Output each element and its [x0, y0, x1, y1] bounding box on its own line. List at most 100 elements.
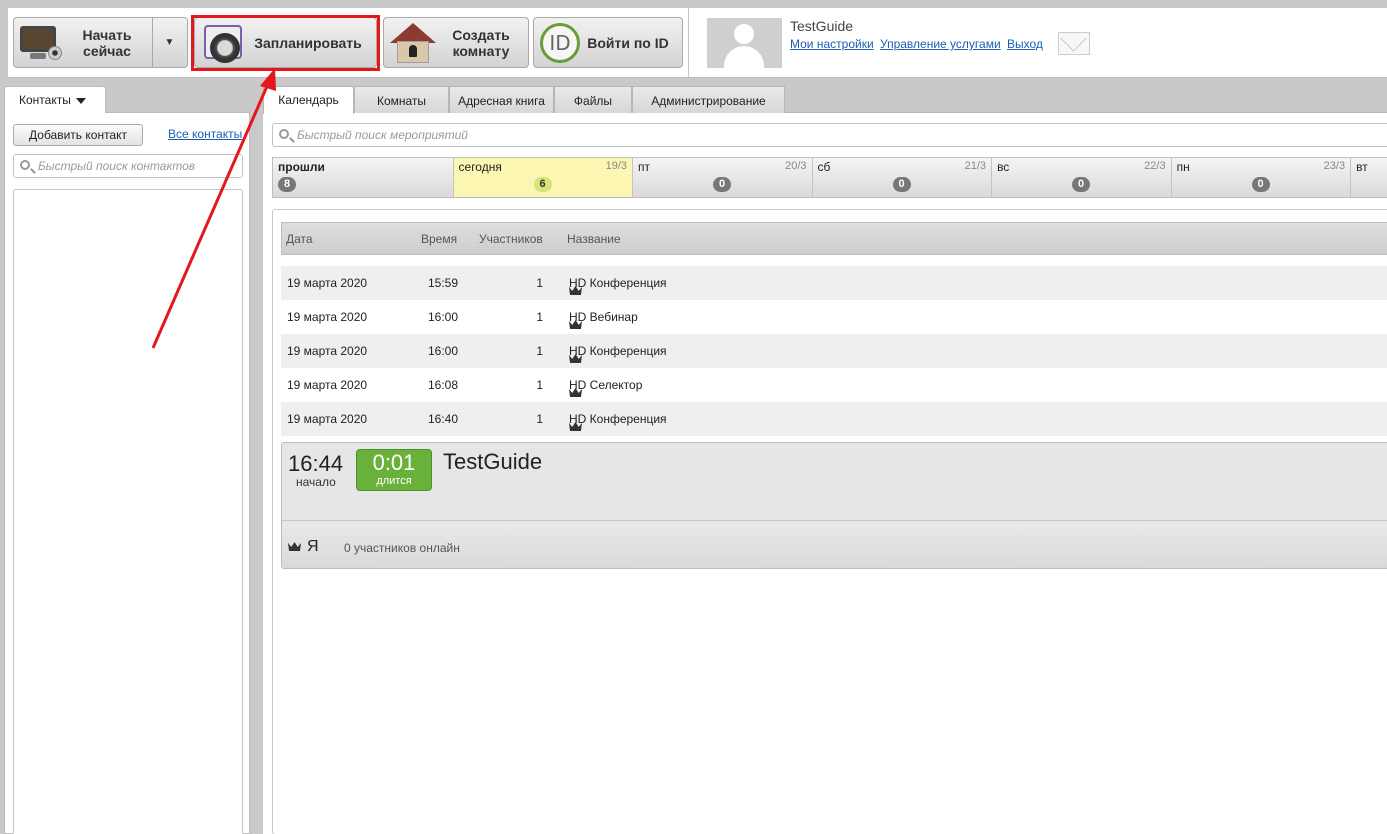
add-contact-button[interactable]: Добавить контакт: [13, 124, 143, 146]
event-name: HD Селектор: [569, 378, 642, 392]
day-count-badge: 8: [278, 177, 296, 192]
day-date: 22/3: [1144, 160, 1166, 172]
logout-link[interactable]: Выход: [1007, 37, 1043, 51]
day-count-badge: 0: [1072, 177, 1091, 192]
day-date: 23/3: [1323, 160, 1346, 172]
my-settings-link[interactable]: Мои настройки: [790, 37, 874, 51]
event-date: 19 марта 2020: [287, 276, 368, 290]
event-name-text: HD Конференция: [569, 412, 667, 426]
user-silhouette-icon[interactable]: [707, 18, 782, 68]
event-name-text: HD Конференция: [569, 276, 667, 290]
event-date: 19 марта 2020: [287, 344, 368, 358]
calendar-clock-icon: [202, 23, 248, 63]
day-name: пн: [1176, 160, 1190, 174]
panel-splitter[interactable]: [250, 78, 263, 834]
event-participants: 1: [536, 378, 543, 392]
tab-files[interactable]: Файлы: [554, 86, 632, 113]
event-row[interactable]: 19 марта 2020 16:00 1 HD Конференция: [281, 334, 1387, 368]
day-name: пт: [638, 160, 651, 174]
start-time: 16:44: [288, 451, 344, 476]
event-date: 19 марта 2020: [287, 378, 368, 392]
day-date: 19/3: [605, 160, 628, 172]
day-mon[interactable]: пн 23/3 0: [1172, 158, 1352, 197]
chevron-down-icon: ▼: [164, 37, 175, 48]
day-date: 20/3: [785, 160, 807, 172]
col-date[interactable]: Дата: [286, 232, 313, 246]
day-date: 21/3: [964, 160, 987, 172]
day-count-badge: 0: [713, 177, 732, 192]
crown-icon: [569, 422, 582, 432]
event-name: HD Конференция: [569, 412, 667, 426]
divider: [688, 8, 689, 78]
crown-icon: [288, 542, 301, 552]
day-past[interactable]: прошли 8: [273, 158, 454, 197]
tab-address-book[interactable]: Адресная книга: [449, 86, 554, 113]
day-sat[interactable]: сб 21/3 0: [813, 158, 993, 197]
start-label: начало: [296, 475, 336, 489]
day-today[interactable]: сегодня 19/3 6: [453, 158, 634, 197]
join-by-id-button[interactable]: ID Войти по ID: [533, 17, 683, 68]
event-date: 19 марта 2020: [287, 412, 368, 426]
events-list: Дата Время Участников Название 19 марта …: [272, 209, 1387, 834]
events-search-input[interactable]: [297, 127, 1385, 143]
event-row[interactable]: 19 марта 2020 16:00 1 HD Вебинар: [281, 300, 1387, 334]
start-now-dropdown[interactable]: ▼: [152, 18, 186, 67]
event-participants: 1: [536, 310, 543, 324]
duration-label: длится: [376, 475, 412, 487]
event-participants: 1: [536, 412, 543, 426]
tab-administration[interactable]: Администрирование: [632, 86, 785, 113]
col-name[interactable]: Название: [567, 232, 621, 246]
col-participants[interactable]: Участников: [479, 232, 543, 246]
create-room-button[interactable]: Создать комнату: [383, 17, 529, 68]
schedule-label: Запланировать: [254, 34, 362, 51]
event-date: 19 марта 2020: [287, 310, 368, 324]
tab-calendar[interactable]: Календарь: [263, 86, 354, 114]
event-participants: 1: [536, 276, 543, 290]
all-contacts-link[interactable]: Все контакты: [168, 127, 242, 141]
active-event-card[interactable]: 16:44 начало 0:01 длится TestGuide Я 0 у…: [281, 442, 1387, 569]
active-event-participants: Я 0 участников онлайн: [282, 522, 1387, 568]
user-name: TestGuide: [790, 18, 854, 34]
event-time: 16:08: [428, 378, 459, 392]
calendar-panel: прошли 8 сегодня 19/3 6 пт 20/3 0 сб 21/…: [263, 112, 1387, 834]
col-time[interactable]: Время: [421, 232, 457, 246]
event-participants: 1: [536, 344, 543, 358]
active-event-header: 16:44 начало 0:01 длится TestGuide: [282, 443, 1387, 521]
contacts-search-input[interactable]: [38, 158, 236, 174]
day-tue[interactable]: вт: [1351, 158, 1387, 197]
event-time: 15:59: [428, 276, 459, 290]
day-sun[interactable]: вс 22/3 0: [992, 158, 1172, 197]
schedule-button[interactable]: Запланировать: [194, 17, 377, 68]
event-name: HD Конференция: [569, 344, 667, 358]
event-row[interactable]: 19 марта 2020 16:08 1 HD Селектор: [281, 368, 1387, 402]
manage-services-link[interactable]: Управление услугами: [880, 37, 1001, 51]
crown-icon: [569, 320, 582, 330]
day-fri[interactable]: пт 20/3 0: [633, 158, 813, 197]
contact-list[interactable]: [13, 189, 243, 834]
day-count-badge: 0: [892, 177, 911, 192]
me-label: Я: [307, 538, 319, 555]
duration-badge: 0:01 длится: [356, 449, 432, 491]
create-room-label: Создать комнату: [452, 26, 510, 59]
search-icon: [279, 129, 289, 139]
event-name: HD Конференция: [569, 276, 667, 290]
contacts-search[interactable]: [13, 154, 243, 178]
event-name: HD Вебинар: [569, 310, 638, 324]
envelope-icon[interactable]: [1058, 32, 1090, 55]
online-count: 0 участников онлайн: [344, 541, 460, 555]
event-row[interactable]: 19 марта 2020 16:40 1 HD Конференция: [281, 402, 1387, 436]
day-count-badge: 6: [533, 177, 552, 192]
day-strip: прошли 8 сегодня 19/3 6 пт 20/3 0 сб 21/…: [272, 157, 1387, 198]
start-now-button[interactable]: Начать сейчас ▼: [13, 17, 188, 68]
crown-icon: [569, 354, 582, 364]
active-event-title: TestGuide: [443, 449, 543, 474]
user-links: Мои настройки Управление услугами Выход: [790, 37, 1046, 51]
events-table-header: Дата Время Участников Название: [281, 222, 1387, 255]
events-search[interactable]: [272, 123, 1387, 147]
tab-rooms[interactable]: Комнаты: [354, 86, 449, 113]
event-time: 16:00: [428, 310, 459, 324]
event-row[interactable]: 19 марта 2020 15:59 1 HD Конференция: [281, 266, 1387, 300]
event-time: 16:40: [428, 412, 459, 426]
event-name-text: HD Конференция: [569, 344, 667, 358]
contacts-tab[interactable]: Контакты: [4, 86, 106, 113]
